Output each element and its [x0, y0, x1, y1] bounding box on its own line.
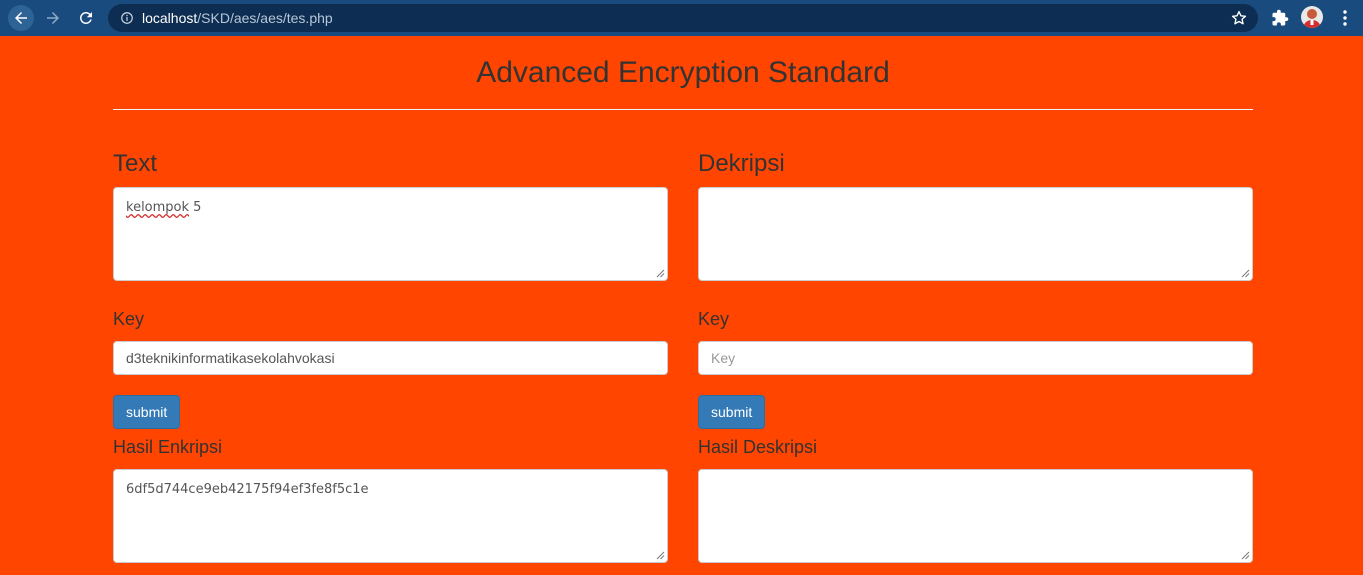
user-avatar-icon: [1303, 9, 1321, 28]
text-heading: Text: [113, 150, 158, 177]
bookmark-star-icon[interactable]: [1230, 9, 1248, 27]
encrypt-result-label: Hasil Enkripsi: [113, 437, 223, 457]
extensions-puzzle-icon[interactable]: [1271, 9, 1289, 27]
url-host: localhost: [142, 10, 198, 26]
encrypt-key-input[interactable]: [113, 341, 668, 375]
decrypt-submit-button[interactable]: submit: [698, 395, 766, 429]
decrypt-key-input[interactable]: [698, 341, 1253, 375]
encrypt-result-value: 6df5d744ce9eb42175f94ef3fe8f5c1e: [126, 482, 369, 497]
arrow-left-icon: [15, 12, 27, 24]
ciphertext-textarea[interactable]: [698, 187, 1253, 281]
plaintext-word: 5: [189, 200, 202, 215]
resize-grip-icon[interactable]: [656, 269, 665, 278]
url-path: /SKD/aes/aes/tes.php: [197, 10, 333, 26]
plaintext-textarea[interactable]: kelompok 5: [113, 187, 668, 281]
decrypt-result-textarea[interactable]: [698, 469, 1253, 563]
page-title: Advanced Encryption Standard: [476, 56, 890, 89]
address-bar[interactable]: localhost/SKD/aes/aes/tes.php: [108, 4, 1258, 32]
more-menu-icon[interactable]: [1338, 9, 1352, 27]
resize-grip-icon[interactable]: [1241, 551, 1250, 560]
encrypt-result-textarea[interactable]: 6df5d744ce9eb42175f94ef3fe8f5c1e: [113, 469, 668, 563]
dekripsi-heading: Dekripsi: [698, 150, 785, 177]
reload-icon: [79, 11, 92, 24]
arrow-right-icon: [47, 12, 59, 24]
forward-button[interactable]: [40, 5, 66, 31]
decrypt-result-label: Hasil Deskripsi: [698, 437, 818, 457]
encrypt-key-label: Key: [113, 309, 145, 329]
back-button[interactable]: [8, 5, 34, 31]
resize-grip-icon[interactable]: [656, 551, 665, 560]
encrypt-submit-button[interactable]: submit: [113, 395, 181, 429]
browser-toolbar: localhost/SKD/aes/aes/tes.php: [0, 0, 1363, 36]
reload-button[interactable]: [73, 5, 99, 31]
plaintext-word-misspelled: kelompok: [126, 200, 190, 215]
info-icon[interactable]: [120, 11, 134, 25]
resize-grip-icon[interactable]: [1241, 269, 1250, 278]
profile-avatar[interactable]: [1301, 6, 1323, 28]
header-divider: [113, 109, 1253, 110]
url-text: localhost/SKD/aes/aes/tes.php: [142, 10, 333, 26]
decrypt-key-label: Key: [698, 309, 730, 329]
